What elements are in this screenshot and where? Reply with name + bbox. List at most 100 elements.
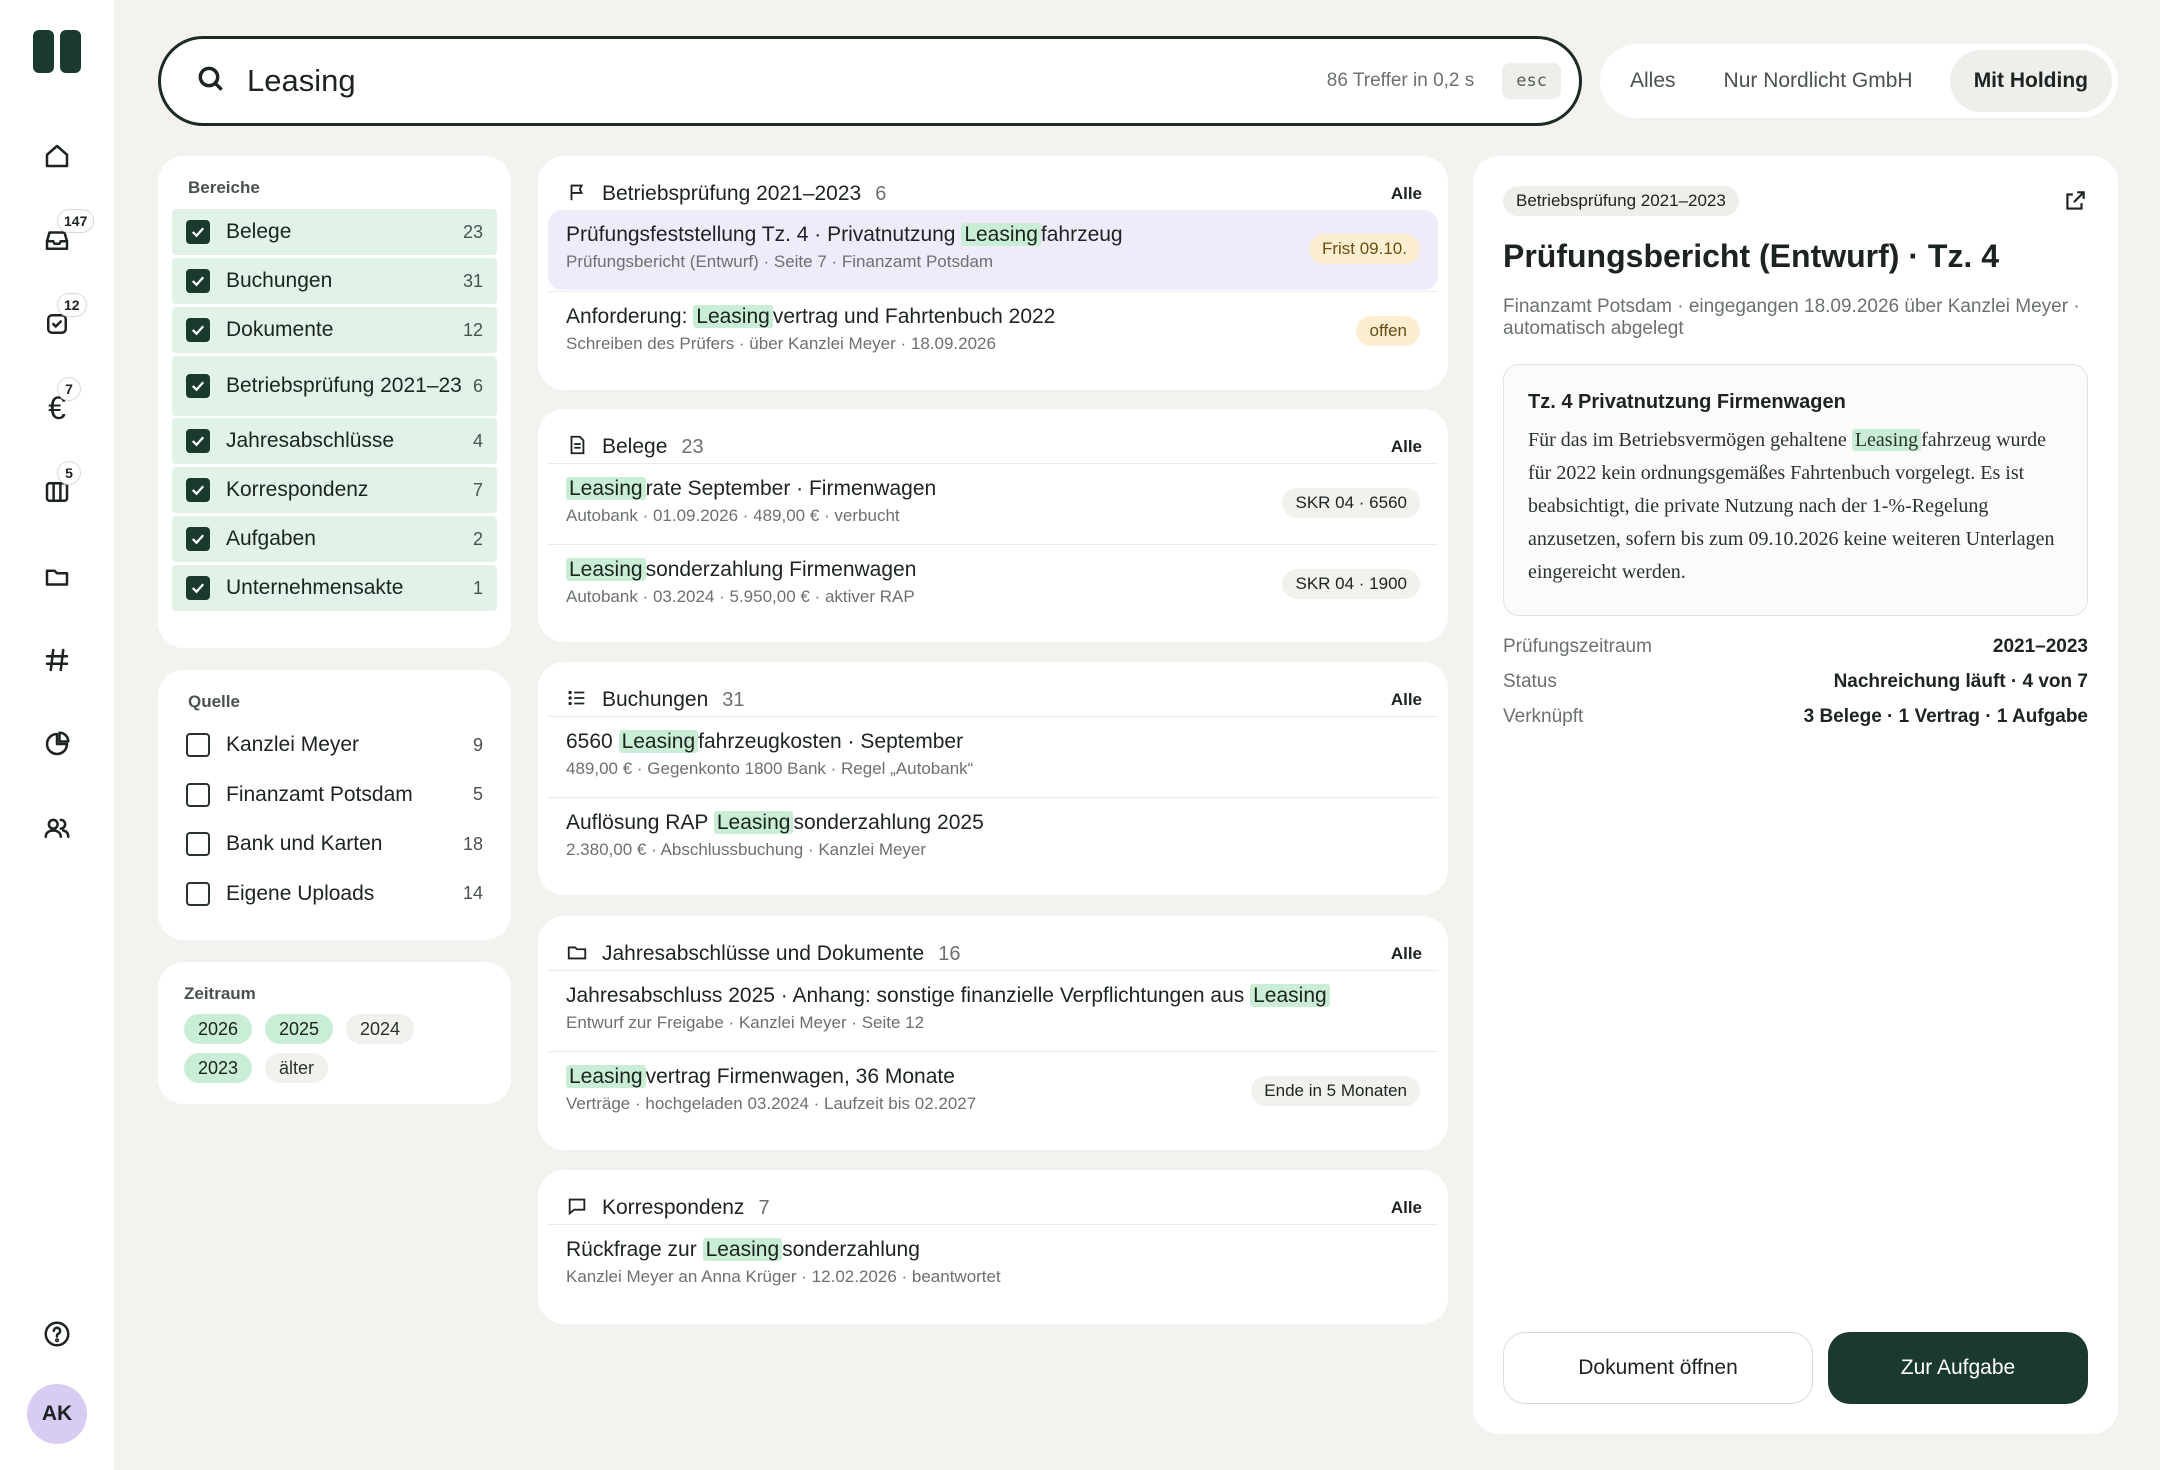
result-title: Rückfrage zur Leasing sonderzahlung bbox=[566, 1238, 920, 1261]
highlight: Leasing bbox=[702, 1238, 783, 1261]
home-icon[interactable] bbox=[33, 132, 81, 180]
filter-label: Jahresabschlüsse bbox=[226, 428, 395, 452]
folder-icon[interactable] bbox=[33, 553, 81, 601]
period-chip[interactable]: 2023 bbox=[184, 1053, 253, 1083]
period-chip[interactable]: 2026 bbox=[184, 1014, 253, 1044]
show-all-link[interactable]: Alle bbox=[1391, 184, 1422, 204]
period-title: Zeitraum bbox=[184, 984, 256, 1003]
filter-count: 1 bbox=[472, 577, 483, 598]
users-icon[interactable] bbox=[33, 804, 81, 852]
period-chip[interactable]: 2024 bbox=[346, 1014, 415, 1044]
filter-option[interactable]: Korrespondenz 7 bbox=[172, 467, 497, 513]
scope-tab-holding[interactable]: Mit Holding bbox=[1949, 50, 2112, 112]
checkbox[interactable] bbox=[186, 220, 210, 244]
result-item[interactable]: Auflösung RAP Leasing sonderzahlung 2025 2… bbox=[548, 797, 1438, 877]
filter-count: 31 bbox=[462, 270, 483, 291]
filter-label: Bank und Karten bbox=[226, 832, 383, 856]
checkbox[interactable] bbox=[186, 832, 210, 857]
result-group-count: 6 bbox=[875, 182, 887, 205]
filter-option[interactable]: Aufgaben 2 bbox=[172, 516, 497, 562]
result-item[interactable]: Leasing rate September · Firmenwagen Autob… bbox=[548, 463, 1438, 543]
pie-chart-icon[interactable] bbox=[33, 720, 81, 768]
filter-label: Betriebsprüfung 2021–23 bbox=[226, 373, 462, 397]
show-all-link[interactable]: Alle bbox=[1391, 1198, 1422, 1218]
filter-option[interactable]: Bank und Karten 18 bbox=[172, 821, 497, 867]
filter-option[interactable]: Finanzamt Potsdam 5 bbox=[172, 772, 497, 818]
filter-option[interactable]: Jahresabschlüsse 4 bbox=[172, 418, 497, 464]
checkbox[interactable] bbox=[186, 374, 210, 398]
result-item[interactable]: Leasing vertrag Firmenwagen, 36 Monate Ver… bbox=[548, 1051, 1438, 1131]
search-input[interactable] bbox=[247, 63, 1327, 99]
filter-option[interactable]: Buchungen 31 bbox=[172, 258, 497, 304]
checkbox[interactable] bbox=[186, 733, 210, 757]
checkbox[interactable] bbox=[186, 429, 210, 453]
external-link-icon[interactable] bbox=[2062, 188, 2088, 219]
filter-label: Eigene Uploads bbox=[226, 881, 375, 905]
filter-label: Unternehmensakte bbox=[226, 575, 404, 599]
result-group: Korrespondenz 7 Alle Rückfrage zur Leasing s… bbox=[538, 1170, 1448, 1324]
detail-meta: Finanzamt Potsdam · eingegangen 18.09.20… bbox=[1503, 296, 2080, 339]
result-item[interactable]: Rückfrage zur Leasing sonderzahlung Kanzle… bbox=[548, 1224, 1438, 1304]
filter-count: 5 bbox=[472, 784, 483, 805]
status-badge: SKR 04 · 6560 bbox=[1282, 488, 1420, 518]
filter-count: 7 bbox=[472, 479, 483, 500]
areas-title: Bereiche bbox=[188, 178, 260, 197]
checkbox[interactable] bbox=[186, 576, 210, 600]
filter-option[interactable]: Kanzlei Meyer 9 bbox=[172, 722, 497, 768]
checkbox[interactable] bbox=[186, 782, 210, 807]
period-chip[interactable]: älter bbox=[265, 1053, 329, 1083]
go-to-task-button[interactable]: Zur Aufgabe bbox=[1828, 1332, 2088, 1404]
checkbox[interactable] bbox=[186, 527, 210, 551]
result-group-header: Belege 23 Alle bbox=[566, 429, 1422, 465]
result-subtitle: 489,00 € · Gegenkonto 1800 Bank · Regel … bbox=[566, 759, 974, 778]
scope-tab-all[interactable]: Alles bbox=[1606, 50, 1700, 112]
result-group-title: Belege bbox=[602, 435, 668, 458]
filter-option[interactable]: Betriebsprüfung 2021–23 6 bbox=[172, 356, 497, 416]
result-group-title: Korrespondenz bbox=[602, 1196, 745, 1219]
columns-badge: 5 bbox=[57, 461, 81, 485]
hashtag-icon[interactable] bbox=[33, 636, 81, 684]
filter-option[interactable]: Unternehmensakte 1 bbox=[172, 565, 497, 611]
fact-row: Prüfungszeitraum 2021–2023 bbox=[1503, 636, 2088, 657]
scope-tab-nordlicht[interactable]: Nur Nordlicht GmbH bbox=[1700, 50, 1937, 112]
result-item[interactable]: 6560 Leasing fahrzeugkosten · September 48… bbox=[548, 716, 1438, 796]
result-group-count: 23 bbox=[681, 435, 704, 458]
checkbox[interactable] bbox=[186, 881, 210, 906]
detail-title: Prüfungsbericht (Entwurf) · Tz. 4 bbox=[1503, 238, 1999, 274]
result-item[interactable]: Prüfungsfeststellung Tz. 4 · Privatnutzu… bbox=[548, 210, 1438, 290]
show-all-link[interactable]: Alle bbox=[1391, 690, 1422, 710]
highlight: Leasing bbox=[961, 223, 1041, 246]
fact-row: Status Nachreichung läuft · 4 von 7 bbox=[1503, 671, 2088, 692]
checkbox[interactable] bbox=[186, 478, 210, 502]
esc-button[interactable]: esc bbox=[1502, 63, 1561, 99]
result-item[interactable]: Leasing sonderzahlung Firmenwagen Autobank… bbox=[548, 544, 1438, 624]
app-logo[interactable] bbox=[33, 30, 81, 73]
result-item[interactable]: Jahresabschluss 2025 · Anhang: sonstige … bbox=[548, 970, 1438, 1050]
show-all-link[interactable]: Alle bbox=[1391, 944, 1422, 964]
highlight: Leasing bbox=[693, 305, 773, 328]
finance-badge: 7 bbox=[57, 377, 81, 401]
checkbox[interactable] bbox=[186, 269, 210, 293]
checkbox[interactable] bbox=[186, 318, 210, 342]
result-group: Belege 23 Alle Leasing rate September · Firm… bbox=[538, 409, 1448, 642]
avatar[interactable]: AK bbox=[27, 1384, 87, 1444]
columns-icon[interactable]: 5 bbox=[33, 461, 81, 516]
euro-icon[interactable]: € 7 bbox=[33, 377, 81, 432]
tasks-icon[interactable]: 12 bbox=[33, 293, 87, 348]
filter-option[interactable]: Belege 23 bbox=[172, 209, 497, 255]
inbox-badge: 147 bbox=[57, 209, 95, 233]
result-group-count: 7 bbox=[758, 1196, 770, 1219]
help-icon[interactable] bbox=[33, 1310, 81, 1358]
detail-panel: Betriebsprüfung 2021–2023 Prüfungsberich… bbox=[1473, 156, 2118, 1434]
period-chip[interactable]: 2025 bbox=[265, 1014, 334, 1044]
show-all-link[interactable]: Alle bbox=[1391, 437, 1422, 457]
highlight: Leasing bbox=[618, 730, 699, 753]
open-document-button[interactable]: Dokument öffnen bbox=[1503, 1332, 1813, 1404]
result-item[interactable]: Anforderung: Leasing vertrag und Fahrtenb… bbox=[548, 291, 1438, 371]
filter-option[interactable]: Dokumente 12 bbox=[172, 307, 497, 353]
period-filter: Zeitraum 2026 2025 2024 2023 älter bbox=[158, 962, 511, 1104]
filter-option[interactable]: Eigene Uploads 14 bbox=[172, 871, 497, 917]
result-subtitle: Entwurf zur Freigabe · Kanzlei Meyer · S… bbox=[566, 1013, 925, 1032]
inbox-icon[interactable]: 147 bbox=[33, 209, 95, 264]
sidebar: 147 12 € 7 5 AK bbox=[0, 0, 114, 1470]
